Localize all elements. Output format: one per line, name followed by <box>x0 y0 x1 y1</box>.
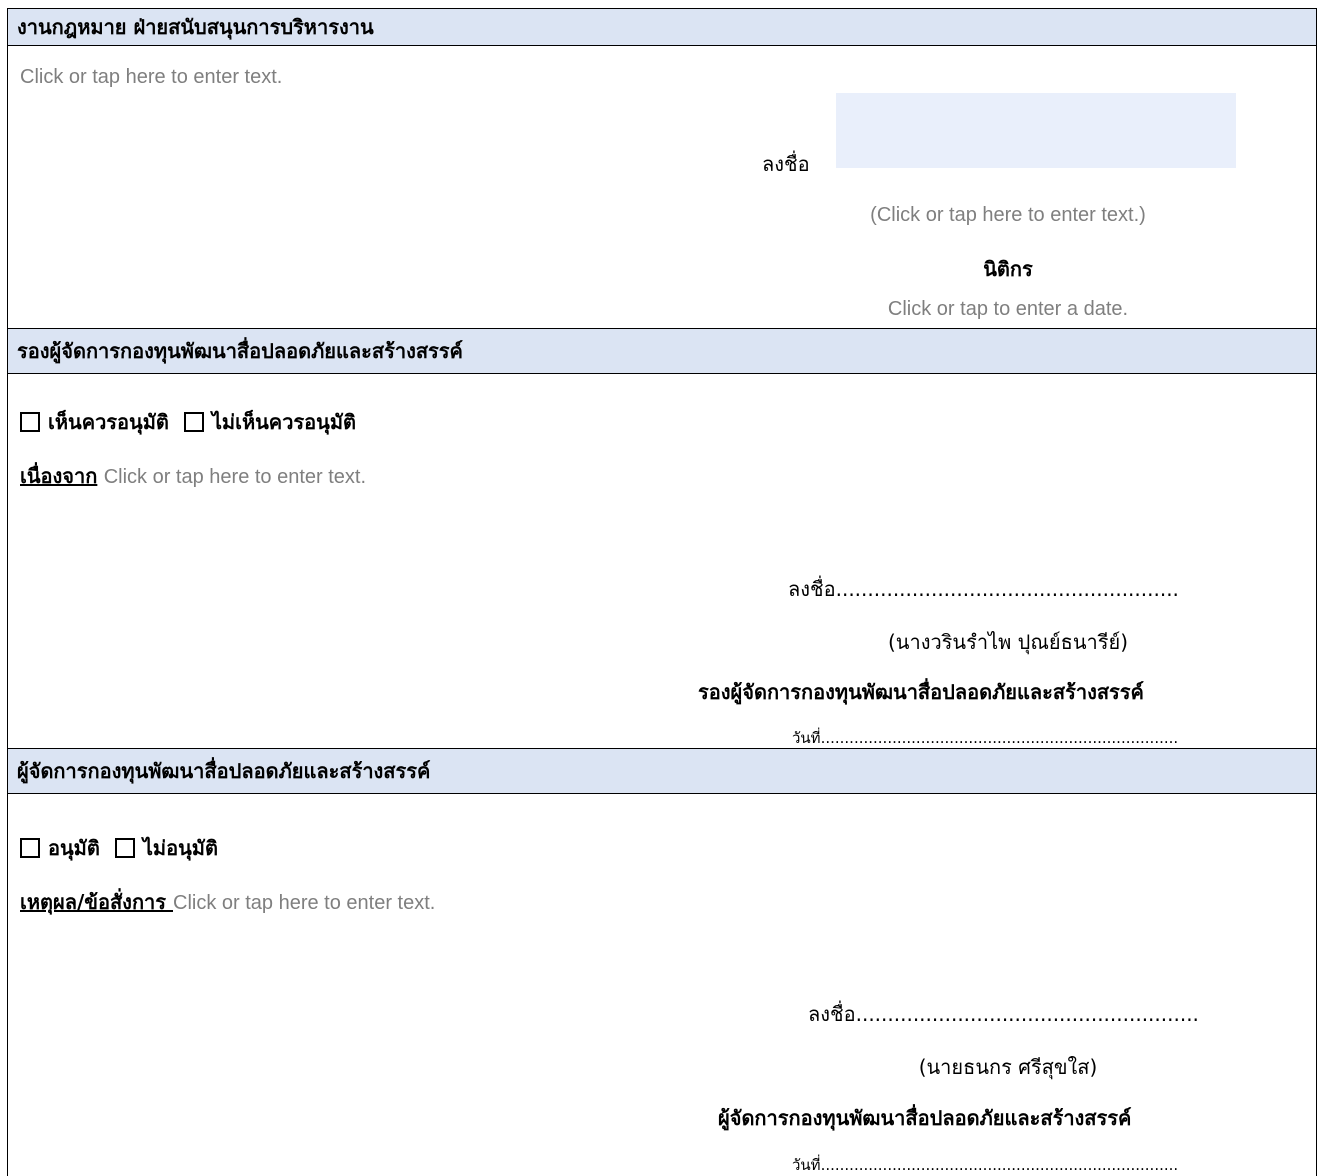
legal-section-title: งานกฎหมาย ฝ่ายสนับสนุนการบริหารงาน <box>17 15 374 39</box>
legal-comment-field[interactable]: Click or tap here to enter text. <box>20 66 282 89</box>
deputy-name: (นางวรินรำไพ ปุณย์ธนารีย์) <box>887 630 1129 654</box>
deputy-date-line: วันที่..................................… <box>792 729 1179 747</box>
manager-position: ผู้จัดการกองทุนพัฒนาสื่อปลอดภัยและสร้างส… <box>718 1106 1132 1130</box>
reject-option-label: ไม่อนุมัติ <box>142 836 218 860</box>
manager-section-title: ผู้จัดการกองทุนพัฒนาสื่อปลอดภัยและสร้างส… <box>17 759 431 783</box>
legal-position: นิติกร <box>983 257 1033 281</box>
deputy-section-title: รองผู้จัดการกองทุนพัฒนาสื่อปลอดภัยและสร้… <box>17 339 463 363</box>
deputy-sign-line: ลงชื่อ..................................… <box>788 577 1179 601</box>
reject-option-label: ไม่เห็นควรอนุมัติ <box>211 410 357 434</box>
signature-box[interactable] <box>836 93 1236 168</box>
legal-section-header: งานกฎหมาย ฝ่ายสนับสนุนการบริหารงาน <box>8 8 1316 46</box>
deputy-reason-field[interactable]: Click or tap here to enter text. <box>104 466 366 488</box>
approve-checkbox[interactable] <box>20 412 40 432</box>
manager-sign-line: ลงชื่อ..................................… <box>808 1002 1199 1026</box>
approve-checkbox[interactable] <box>20 838 40 858</box>
manager-section-header: ผู้จัดการกองทุนพัฒนาสื่อปลอดภัยและสร้างส… <box>8 748 1316 794</box>
manager-reason-field[interactable]: Click or tap here to enter text. <box>173 892 435 914</box>
manager-reason-row: เหตุผล/ข้อสั่งการ Click or tap here to e… <box>20 886 435 918</box>
deputy-position: รองผู้จัดการกองทุนพัฒนาสื่อปลอดภัยและสร้… <box>698 680 1144 704</box>
legal-date-field[interactable]: Click or tap to enter a date. <box>708 298 1308 321</box>
reason-label: เนื่องจาก <box>20 464 98 488</box>
approval-form: งานกฎหมาย ฝ่ายสนับสนุนการบริหารงาน Click… <box>7 8 1317 1176</box>
reject-checkbox[interactable] <box>114 838 135 858</box>
manager-name: (นายธนกร ศรีสุขใส) <box>918 1055 1098 1079</box>
legal-name-field[interactable]: (Click or tap here to enter text.) <box>708 204 1308 227</box>
sign-label: ลงชื่อ <box>762 152 810 176</box>
manager-date-line: วันที่..................................… <box>792 1156 1179 1174</box>
deputy-reason-row: เนื่องจาก Click or tap here to enter tex… <box>20 460 366 492</box>
deputy-section-header: รองผู้จัดการกองทุนพัฒนาสื่อปลอดภัยและสร้… <box>8 328 1316 374</box>
approve-option-label: เห็นควรอนุมัติ <box>48 410 169 434</box>
deputy-options: เห็นควรอนุมัติ ไม่เห็นควรอนุมัติ <box>20 406 356 438</box>
reason-label: เหตุผล/ข้อสั่งการ <box>20 890 173 914</box>
approve-option-label: อนุมัติ <box>48 836 100 860</box>
manager-options: อนุมัติ ไม่อนุมัติ <box>20 832 218 864</box>
reject-checkbox[interactable] <box>183 412 204 432</box>
